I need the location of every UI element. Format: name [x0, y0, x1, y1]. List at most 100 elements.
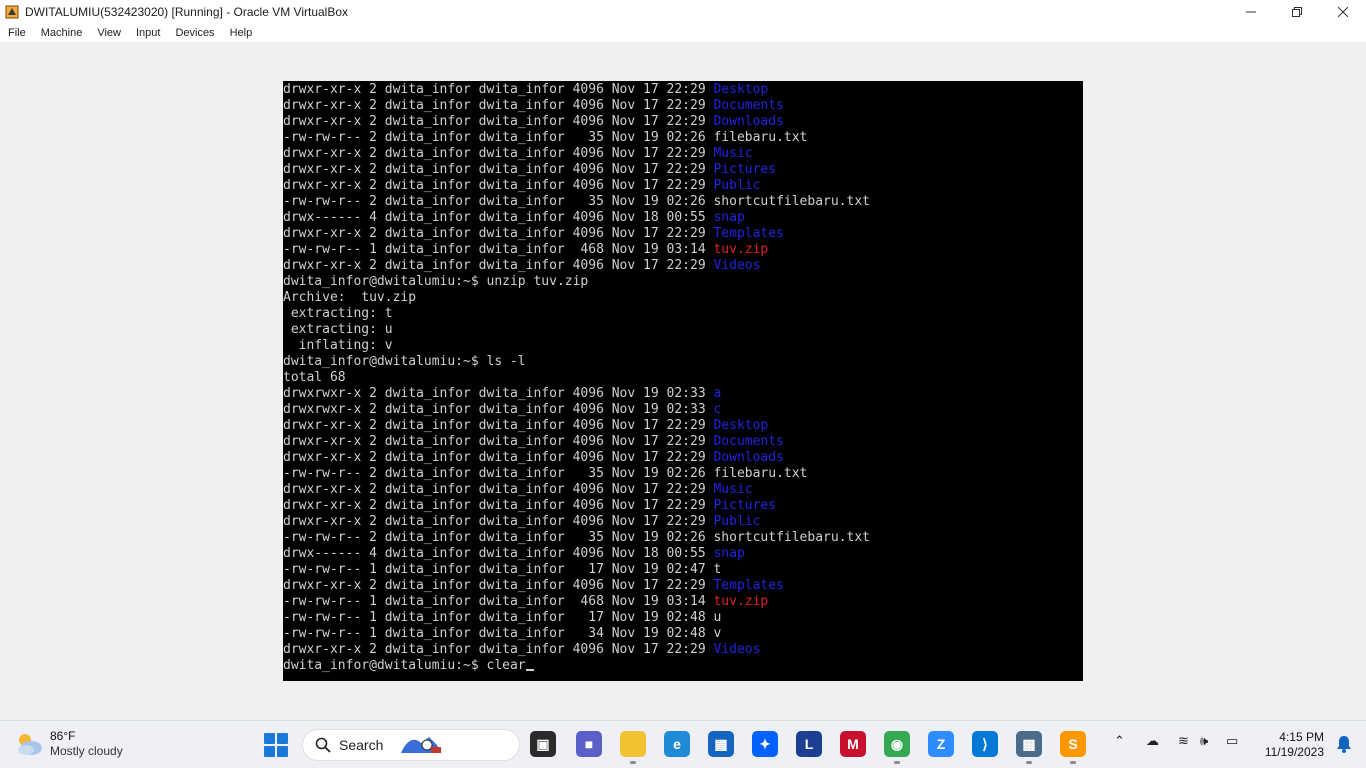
taskbar: 86°F Mostly cloudy Search ▣ ■ e ▦ ✦ L M ◉ Z ⟩ ▩ S ⌃…	[0, 720, 1366, 768]
edge-icon[interactable]: e	[664, 731, 690, 757]
taskview-icon[interactable]: ▣	[530, 731, 556, 757]
vm-terminal-console[interactable]: drwxr-xr-x 2 dwita_infor dwita_infor 409…	[283, 81, 1083, 681]
terminal-filename: Public	[713, 514, 761, 529]
bell-icon[interactable]	[1336, 735, 1352, 758]
store-icon[interactable]: ▦	[708, 731, 734, 757]
terminal-text: -rw-rw-r-- 2 dwita_infor dwita_infor 35 …	[283, 466, 808, 481]
terminal-line: -rw-rw-r-- 2 dwita_infor dwita_infor 35 …	[283, 530, 1083, 546]
windows-logo-tile	[264, 733, 275, 744]
terminal-text: drwxr-xr-x 2 dwita_infor dwita_infor 409…	[283, 514, 714, 529]
terminal-text: drwxr-xr-x 2 dwita_infor dwita_infor 409…	[283, 98, 714, 113]
terminal-text: -rw-rw-r-- 1 dwita_infor dwita_infor 34 …	[283, 626, 722, 641]
close-icon	[1338, 6, 1348, 17]
terminal-line: drwxr-xr-x 2 dwita_infor dwita_infor 409…	[283, 642, 1083, 658]
terminal-text: drwxr-xr-x 2 dwita_infor dwita_infor 409…	[283, 258, 714, 273]
terminal-text: -rw-rw-r-- 1 dwita_infor dwita_infor 17 …	[283, 610, 722, 625]
terminal-line: dwita_infor@dwitalumiu:~$ clear	[283, 658, 1083, 674]
clock-date: 11/19/2023	[1264, 745, 1324, 759]
menu-devices[interactable]: Devices	[175, 27, 214, 39]
sublime-icon[interactable]: S	[1060, 731, 1086, 757]
terminal-line: drwxr-xr-x 2 dwita_infor dwita_infor 409…	[283, 514, 1083, 530]
taskbar-search-box[interactable]: Search	[302, 729, 520, 761]
battery-icon[interactable]: ▭	[1226, 733, 1238, 749]
system-clock[interactable]: 4:15 PM 11/19/2023	[1265, 730, 1324, 760]
terminal-line: total 68	[283, 370, 1083, 386]
terminal-filename: c	[713, 402, 722, 417]
running-indicator	[1026, 761, 1032, 764]
window-titlebar[interactable]: DWITALUMIU(532423020) [Running] - Oracle…	[0, 0, 1366, 23]
chrome-icon[interactable]: ◉	[884, 731, 910, 757]
terminal-text: drwxr-xr-x 2 dwita_infor dwita_infor 409…	[283, 642, 714, 657]
terminal-line: drwxr-xr-x 2 dwita_infor dwita_infor 409…	[283, 258, 1083, 274]
mcafee-icon[interactable]: M	[840, 731, 866, 757]
terminal-line: drwxr-xr-x 2 dwita_infor dwita_infor 409…	[283, 178, 1083, 194]
wifi-icon[interactable]: ≋	[1178, 733, 1189, 749]
terminal-line: extracting: u	[283, 322, 1083, 338]
windows-logo-tile	[264, 746, 275, 757]
terminal-filename: Templates	[713, 226, 784, 241]
vscode-icon[interactable]: ⟩	[972, 731, 998, 757]
terminal-text: drwxr-xr-x 2 dwita_infor dwita_infor 409…	[283, 226, 714, 241]
terminal-filename: Documents	[713, 98, 784, 113]
terminal-cursor	[525, 669, 534, 671]
terminal-line: drwxrwxr-x 2 dwita_infor dwita_infor 409…	[283, 386, 1083, 402]
terminal-filename: Desktop	[713, 82, 769, 97]
terminal-line: dwita_infor@dwitalumiu:~$ unzip tuv.zip	[283, 274, 1083, 290]
menu-help[interactable]: Help	[230, 27, 253, 39]
terminal-text: drwxr-xr-x 2 dwita_infor dwita_infor 409…	[283, 178, 714, 193]
menu-machine[interactable]: Machine	[41, 27, 83, 39]
terminal-line: drwxr-xr-x 2 dwita_infor dwita_infor 409…	[283, 418, 1083, 434]
menu-view[interactable]: View	[97, 27, 121, 39]
terminal-line: -rw-rw-r-- 2 dwita_infor dwita_infor 35 …	[283, 466, 1083, 482]
volume-icon[interactable]: 🕪	[1200, 733, 1208, 749]
terminal-filename: Pictures	[713, 498, 777, 513]
search-label: Search	[339, 737, 384, 753]
terminal-filename: Downloads	[713, 450, 784, 465]
terminal-line: -rw-rw-r-- 1 dwita_infor dwita_infor 468…	[283, 242, 1083, 258]
onedrive-icon[interactable]: ☁	[1146, 733, 1159, 749]
windows-logo-tile	[277, 733, 288, 744]
terminal-line: -rw-rw-r-- 1 dwita_infor dwita_infor 17 …	[283, 610, 1083, 626]
terminal-text: drwxr-xr-x 2 dwita_infor dwita_infor 409…	[283, 418, 714, 433]
dropbox-icon[interactable]: ✦	[752, 731, 778, 757]
terminal-filename: Videos	[713, 642, 761, 657]
menu-file[interactable]: File	[8, 27, 26, 39]
terminal-filename: snap	[713, 210, 745, 225]
terminal-filename: Templates	[713, 578, 784, 593]
terminal-line: drwxr-xr-x 2 dwita_infor dwita_infor 409…	[283, 450, 1083, 466]
terminal-line: drwxr-xr-x 2 dwita_infor dwita_infor 409…	[283, 498, 1083, 514]
terminal-filename: tuv.zip	[713, 242, 769, 257]
restore-button[interactable]	[1274, 0, 1320, 23]
close-button[interactable]	[1320, 0, 1366, 23]
menu-bar: File Machine View Input Devices Help	[0, 23, 1366, 43]
l-app-icon[interactable]: L	[796, 731, 822, 757]
terminal-line: -rw-rw-r-- 1 dwita_infor dwita_infor 17 …	[283, 562, 1083, 578]
chevron-up-icon[interactable]: ⌃	[1114, 733, 1125, 749]
terminal-text: drwxrwxr-x 2 dwita_infor dwita_infor 409…	[283, 386, 714, 401]
start-button[interactable]	[264, 733, 288, 757]
terminal-text: -rw-rw-r-- 1 dwita_infor dwita_infor 17 …	[283, 562, 722, 577]
terminal-text: drwxr-xr-x 2 dwita_infor dwita_infor 409…	[283, 578, 714, 593]
terminal-line: Archive: tuv.zip	[283, 290, 1083, 306]
running-indicator	[630, 761, 636, 764]
terminal-text: drwxr-xr-x 2 dwita_infor dwita_infor 409…	[283, 450, 714, 465]
terminal-filename: Videos	[713, 258, 761, 273]
virtualbox-icon[interactable]: ▩	[1016, 731, 1042, 757]
weather-description: Mostly cloudy	[50, 744, 123, 758]
terminal-line: drwxr-xr-x 2 dwita_infor dwita_infor 409…	[283, 114, 1083, 130]
weather-widget[interactable]: 86°F Mostly cloudy	[14, 729, 123, 759]
terminal-text: drwx------ 4 dwita_infor dwita_infor 409…	[283, 546, 714, 561]
terminal-text: -rw-rw-r-- 1 dwita_infor dwita_infor 468…	[283, 594, 714, 609]
terminal-line: -rw-rw-r-- 2 dwita_infor dwita_infor 35 …	[283, 194, 1083, 210]
menu-input[interactable]: Input	[136, 27, 160, 39]
file-explorer-icon[interactable]	[620, 731, 646, 757]
zoom-icon[interactable]: Z	[928, 731, 954, 757]
virtualbox-app-icon	[4, 4, 20, 20]
teams-meet-icon[interactable]: ■	[576, 731, 602, 757]
cloud-sun-icon	[18, 734, 42, 755]
terminal-text: -rw-rw-r-- 2 dwita_infor dwita_infor 35 …	[283, 130, 808, 145]
running-indicator	[1070, 761, 1076, 764]
minimize-button[interactable]	[1228, 0, 1274, 23]
terminal-text: drwxr-xr-x 2 dwita_infor dwita_infor 409…	[283, 482, 714, 497]
terminal-line: drwx------ 4 dwita_infor dwita_infor 409…	[283, 210, 1083, 226]
